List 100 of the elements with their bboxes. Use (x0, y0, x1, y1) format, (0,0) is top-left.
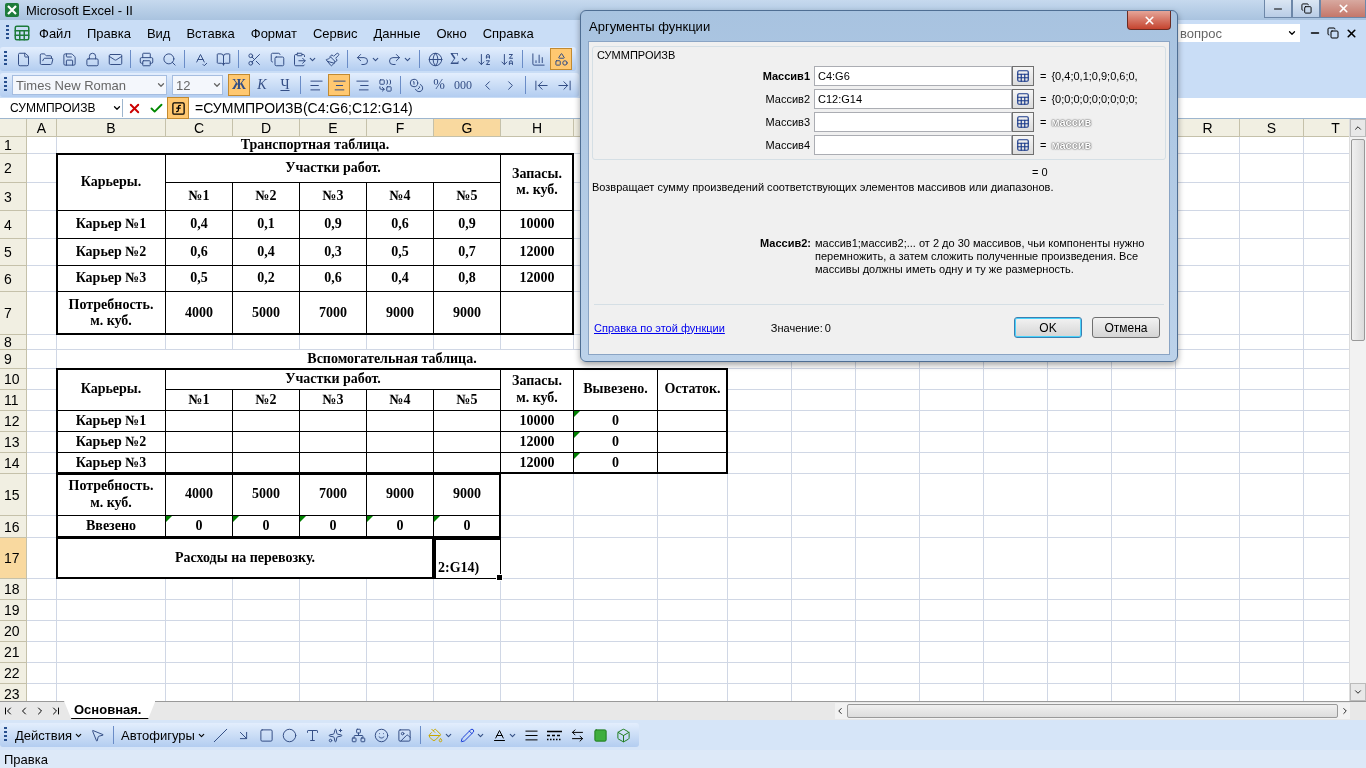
column-heading: Вывезено. (574, 369, 658, 411)
new-document-icon (15, 51, 31, 67)
row-heading: Карьер №1 (57, 411, 166, 432)
first-sheet-icon[interactable] (2, 705, 14, 717)
font-field[interactable]: Times New Roman (12, 75, 167, 95)
row-header[interactable]: 17 (0, 538, 27, 579)
table-cell: 0,9 (434, 211, 501, 239)
vertical-scrollbar[interactable] (1349, 119, 1366, 701)
last-sheet-icon[interactable] (50, 705, 62, 717)
restore-button[interactable] (1292, 0, 1320, 18)
scroll-left-icon (835, 706, 845, 716)
caret-icon (212, 80, 222, 90)
formula-text[interactable]: =СУММПРОИЗВ(C4:G6;C12:G14) (195, 100, 413, 116)
table-cell (300, 411, 367, 432)
help-link[interactable]: Справка по этой функции (594, 321, 725, 334)
actions-menu[interactable]: Действия (12, 724, 86, 746)
percent-button[interactable]: % (428, 74, 450, 96)
underline-button[interactable]: Ч (274, 74, 296, 96)
collapse-dialog-button[interactable] (1012, 135, 1034, 155)
table-cell: 0,8 (434, 266, 501, 292)
menu-item[interactable]: Вставка (178, 25, 243, 41)
row-heading: Карьер №3 (57, 266, 166, 292)
range-icon (1016, 115, 1030, 129)
help-search-field[interactable]: вопрос (1176, 24, 1284, 42)
minimize-button[interactable] (1264, 0, 1292, 18)
sort-ascending-icon (476, 51, 492, 67)
caret-icon (112, 103, 122, 113)
column-heading: Участки работ. (166, 369, 501, 390)
autoshapes-menu[interactable]: Автофигуры (117, 724, 209, 746)
thousands-button[interactable]: 000 (451, 74, 475, 96)
column-header[interactable]: G (434, 119, 501, 137)
align-center-button[interactable] (328, 74, 350, 96)
pencil-icon (459, 727, 475, 743)
spreadsheet-logo-icon (4, 2, 20, 18)
align-left-icon (308, 77, 324, 93)
italic-button[interactable]: К (251, 74, 273, 96)
collapse-dialog-button[interactable] (1012, 112, 1034, 132)
row-header[interactable]: 1 (0, 137, 27, 154)
scroll-up-icon (1353, 123, 1363, 133)
image-icon (397, 727, 413, 743)
table-cell: 0,4 (166, 211, 233, 239)
argument-field[interactable]: C12:G14 (814, 89, 1012, 109)
menu-item[interactable]: Формат (242, 25, 305, 41)
function-name: СУММПРОИЗВ (596, 49, 677, 61)
search-icon (161, 51, 177, 67)
caret-icon (156, 80, 166, 90)
column-heading: №2 (233, 390, 300, 411)
font-size-field[interactable]: 12 (172, 75, 223, 95)
menu-item[interactable]: Правка (78, 25, 139, 41)
table-cell: 0 (574, 432, 658, 453)
argument-field[interactable] (814, 135, 1012, 155)
menu-item[interactable]: Сервис (304, 25, 366, 41)
horizontal-scrollbar[interactable] (835, 703, 1350, 719)
insert-function-button[interactable] (167, 97, 189, 119)
collapse-dialog-button[interactable] (1012, 66, 1034, 86)
autosum-button[interactable]: Σ (447, 48, 473, 70)
menu-item[interactable]: Файл (31, 25, 79, 41)
dialog-button[interactable]: Отмена (1092, 317, 1160, 338)
redo-icon (387, 51, 402, 67)
table-cell (166, 432, 233, 453)
close-button[interactable] (1127, 11, 1171, 30)
table-cell (166, 411, 233, 432)
text-box-icon (305, 727, 321, 743)
scissors-icon (246, 51, 262, 67)
table-cell: 9000 (367, 474, 434, 516)
dialog-title: Аргументы функции (589, 18, 711, 34)
row-header[interactable]: 8 (0, 335, 27, 350)
close-icon (1336, 2, 1350, 15)
book-icon (215, 51, 231, 67)
sheet-tab[interactable]: Основная. (64, 701, 156, 719)
table-cell: 0,3 (300, 239, 367, 266)
value-text: 0 (824, 321, 831, 334)
menu-item[interactable]: Окно (428, 25, 475, 41)
row-heading: Карьер №2 (57, 239, 166, 266)
collapse-dialog-button[interactable] (1012, 89, 1034, 109)
dash-style-icon (547, 729, 563, 741)
argument-help-label: Массив2: (759, 237, 812, 251)
table-cell: 0,6 (166, 239, 233, 266)
window-title: Microsoft Excel - II (26, 2, 133, 18)
spreadsheet-icon (13, 24, 31, 42)
bold-button[interactable]: Ж (228, 74, 250, 96)
table-cell: 12000 (501, 432, 574, 453)
argument-label: Массив2 (764, 93, 811, 105)
function-description: Возвращает сумму произведений соответствующих элементов массивов или диапазонов. (592, 181, 1055, 193)
menu-item[interactable]: Вид (138, 25, 179, 41)
menu-item[interactable]: Справка (474, 25, 542, 41)
rectangle-icon (259, 727, 275, 743)
table-cell: 0,4 (367, 266, 434, 292)
active-cell[interactable]: 2:G14) (434, 538, 501, 579)
shapes-button[interactable] (550, 48, 573, 70)
dialog-button[interactable]: OK (1014, 317, 1082, 338)
column-heading: №5 (434, 390, 501, 411)
table-cell (367, 432, 434, 453)
table-cell: 7000 (300, 474, 367, 516)
menu-item[interactable]: Данные (365, 25, 429, 41)
table-cell: 0,7 (434, 239, 501, 266)
argument-field[interactable]: C4:G6 (814, 66, 1012, 86)
column-heading: №4 (367, 183, 434, 211)
argument-field[interactable] (814, 112, 1012, 132)
dropdown-button[interactable] (1284, 24, 1300, 42)
